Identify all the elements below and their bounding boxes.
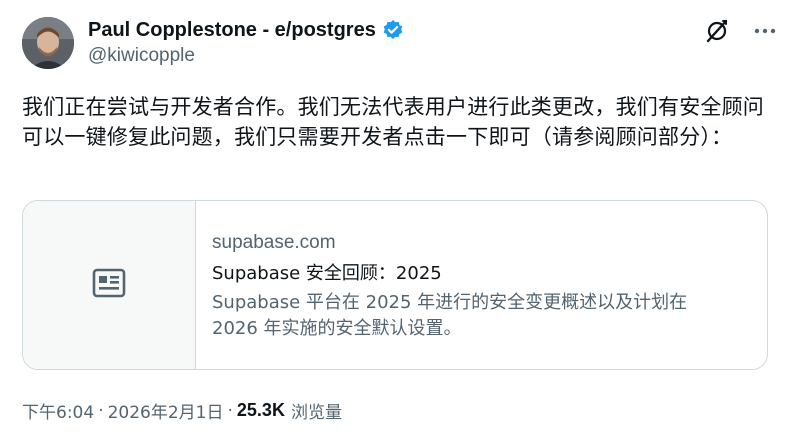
card-description: Supabase 平台在 2025 年进行的安全变更概述以及计划在 2026 年… bbox=[212, 292, 688, 339]
card-domain: supabase.com bbox=[212, 232, 336, 253]
tweet-text: 我们正在尝试与开发者合作。我们无法代表用户进行此类更改，我们有安全顾问可以一键修… bbox=[22, 95, 764, 149]
meta-separator: · bbox=[227, 400, 233, 421]
verified-badge-icon[interactable] bbox=[382, 19, 404, 41]
tweet: Paul Copplestone - e/postgres @kiwicoppl… bbox=[0, 0, 800, 437]
tweet-meta: 下午6:04 · 2026年2月1日 · 25.3K 浏览量 bbox=[22, 398, 342, 423]
card-thumbnail bbox=[23, 201, 196, 369]
tweet-header: Paul Copplestone - e/postgres @kiwicoppl… bbox=[88, 18, 404, 67]
card-title: Supabase 安全回顾：2025 bbox=[212, 263, 442, 284]
author-name-row: Paul Copplestone - e/postgres bbox=[88, 18, 404, 42]
author-display-name[interactable]: Paul Copplestone - e/postgres bbox=[88, 19, 376, 42]
link-preview-card[interactable]: supabase.com Supabase 安全回顾：2025 Supabase… bbox=[22, 200, 768, 370]
tweet-actions bbox=[702, 16, 780, 46]
views-count[interactable]: 25.3K bbox=[237, 400, 285, 421]
tweet-date[interactable]: 2026年2月1日 bbox=[108, 398, 224, 423]
grok-slash-icon[interactable] bbox=[702, 16, 732, 46]
author-handle[interactable]: @kiwicopple bbox=[88, 45, 404, 67]
views-label: 浏览量 bbox=[290, 403, 342, 423]
more-dots-icon[interactable] bbox=[750, 16, 780, 46]
tweet-time[interactable]: 下午6:04 bbox=[22, 398, 94, 423]
meta-separator: · bbox=[98, 400, 104, 421]
article-icon bbox=[92, 268, 126, 302]
avatar[interactable] bbox=[22, 17, 74, 69]
card-info: supabase.com Supabase 安全回顾：2025 Supabase… bbox=[196, 201, 767, 369]
